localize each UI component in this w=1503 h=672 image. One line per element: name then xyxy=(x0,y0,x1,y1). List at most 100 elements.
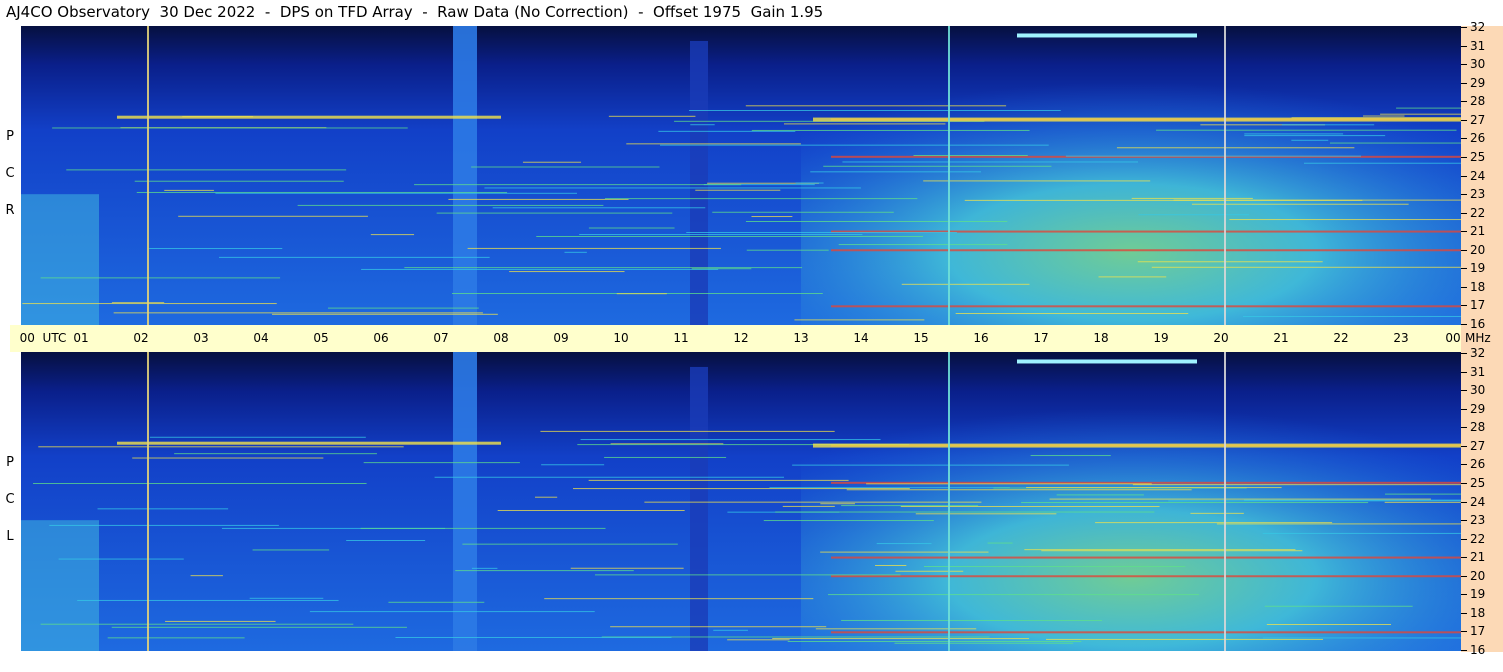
interference-line xyxy=(165,620,276,622)
utc-tick-label: 02 xyxy=(133,331,149,345)
interference-line xyxy=(1046,638,1323,640)
interference-line xyxy=(52,127,408,129)
interference-line xyxy=(1384,493,1461,495)
interference-line xyxy=(579,234,863,236)
frequency-tick-label: 26 xyxy=(1460,457,1486,472)
utc-tick-label: 19 xyxy=(1153,331,1169,345)
interference-line xyxy=(309,611,595,613)
interference-line xyxy=(49,524,279,526)
frequency-tick-label: 32 xyxy=(1460,20,1486,34)
utc-tick-label: 07 xyxy=(433,331,449,345)
utc-tick-label: 17 xyxy=(1033,331,1049,345)
interference-line xyxy=(1056,494,1144,496)
interference-line xyxy=(1266,624,1392,626)
interference-line xyxy=(388,601,485,603)
interference-line xyxy=(1151,266,1461,268)
interference-line xyxy=(111,626,407,628)
frequency-tick-label: 29 xyxy=(1460,75,1486,90)
interference-line xyxy=(913,155,1028,157)
frequency-tick-label: 20 xyxy=(1460,568,1486,583)
interference-line xyxy=(219,256,490,258)
interference-line xyxy=(792,464,1069,466)
polarization-letter: C xyxy=(5,166,15,181)
interference-line xyxy=(763,520,934,522)
interference-line xyxy=(784,123,946,125)
time-marker xyxy=(948,26,950,325)
interference-line xyxy=(588,479,849,481)
interference-line xyxy=(77,599,339,601)
interference-line xyxy=(117,115,501,119)
interference-line xyxy=(249,597,324,599)
interference-line xyxy=(149,436,366,438)
interference-line xyxy=(38,446,404,448)
interference-line xyxy=(831,575,1461,578)
frequency-tick-label: 22 xyxy=(1460,205,1486,220)
interference-line xyxy=(987,542,1013,544)
bright-column xyxy=(453,26,477,325)
interference-line xyxy=(346,540,426,542)
time-marker xyxy=(147,352,149,651)
interference-line xyxy=(964,199,1363,201)
frequency-tick-label: 20 xyxy=(1460,242,1486,257)
interference-line xyxy=(831,305,1461,308)
interference-line xyxy=(831,556,1461,559)
frequency-tick-label: 27 xyxy=(1460,112,1486,127)
frequency-tick-label: 19 xyxy=(1460,587,1486,602)
utc-tick-label: 15 xyxy=(913,331,929,345)
utc-tick-label: 21 xyxy=(1273,331,1289,345)
interference-line xyxy=(745,105,1007,107)
polarization-letter: R xyxy=(5,203,15,218)
interference-line xyxy=(616,293,667,295)
interference-line xyxy=(1216,523,1461,525)
interference-line xyxy=(492,207,706,209)
interference-line xyxy=(823,165,1052,167)
interference-line xyxy=(751,129,1030,131)
interference-line xyxy=(22,303,277,305)
interference-line xyxy=(111,302,165,304)
interference-line xyxy=(113,312,483,314)
frequency-tick-label: 29 xyxy=(1460,401,1486,416)
interference-line xyxy=(370,234,415,236)
interference-line xyxy=(876,543,932,545)
interference-line xyxy=(149,247,283,249)
interference-line xyxy=(727,639,790,641)
interference-line xyxy=(695,189,781,191)
interference-line xyxy=(395,636,672,638)
interference-line xyxy=(1262,532,1461,534)
spectrogram-plot xyxy=(21,352,1461,651)
frequency-tick-label: 19 xyxy=(1460,261,1486,276)
frequency-tick-label: 25 xyxy=(1460,149,1486,164)
interference-line xyxy=(815,628,977,630)
interference-line xyxy=(363,462,520,464)
interference-line xyxy=(1363,115,1405,117)
interference-line xyxy=(1303,162,1461,164)
interference-line xyxy=(132,457,324,459)
interference-line xyxy=(1281,124,1375,126)
interference-line xyxy=(97,508,229,510)
interference-line xyxy=(813,443,1461,448)
polarization-letter: L xyxy=(6,529,14,544)
interference-line xyxy=(875,564,907,566)
interference-line xyxy=(509,271,625,273)
interference-line xyxy=(1190,512,1244,514)
interference-line xyxy=(297,204,604,206)
interference-line xyxy=(215,192,577,194)
activity-region xyxy=(21,194,99,325)
interference-line xyxy=(831,249,1461,252)
interference-line xyxy=(795,182,824,184)
polarization-letter: C xyxy=(5,492,15,507)
frequency-tick-label: 31 xyxy=(1460,364,1486,379)
interference-line xyxy=(955,312,1189,314)
interference-line xyxy=(1041,550,1303,552)
interference-line xyxy=(894,642,1074,644)
frequency-tick-label: 17 xyxy=(1460,624,1486,639)
dark-column xyxy=(690,366,708,651)
interference-line xyxy=(1229,219,1461,221)
interference-line xyxy=(434,476,785,478)
interference-line xyxy=(540,430,835,432)
interference-line xyxy=(831,631,1461,634)
interference-line xyxy=(841,619,1103,621)
bright-column xyxy=(453,352,477,651)
frequency-tick-label: 24 xyxy=(1460,494,1486,509)
interference-line xyxy=(448,198,629,200)
